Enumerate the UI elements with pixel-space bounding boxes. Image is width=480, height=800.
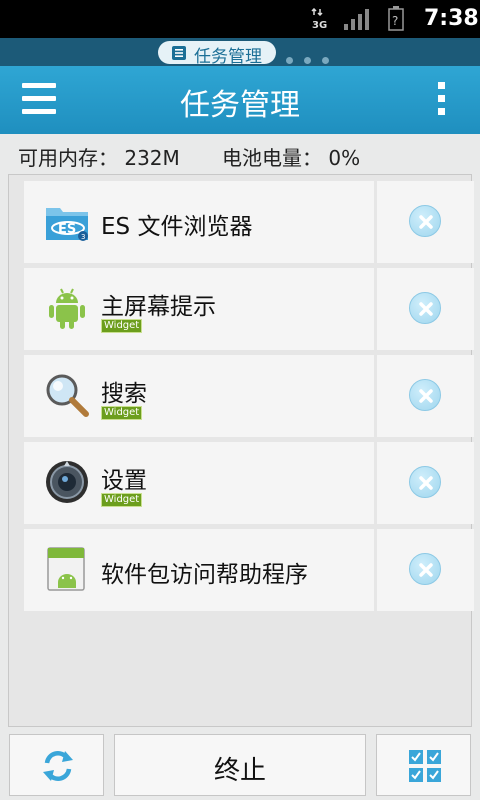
page-dot[interactable]	[286, 57, 293, 64]
close-task-button[interactable]	[377, 268, 474, 350]
select-all-checkbox-icon	[409, 750, 441, 782]
close-task-button[interactable]	[377, 355, 474, 437]
widget-badge: Widget	[101, 319, 143, 333]
battery-info: 电池电量： 0%	[222, 142, 360, 171]
list-item: ES 3 ES 文件浏览器	[24, 181, 474, 263]
close-icon[interactable]	[409, 205, 441, 237]
battery-value: 0%	[328, 146, 361, 170]
system-info: 可用内存： 232M 电池电量： 0%	[0, 134, 480, 174]
task-item-search[interactable]: 搜索 Widget	[24, 355, 374, 437]
close-icon[interactable]	[409, 292, 441, 324]
page-dot[interactable]	[322, 57, 329, 64]
widget-badge: Widget	[101, 493, 143, 507]
bottom-bar: 终止	[0, 734, 480, 800]
page-pill-label: 任务管理	[194, 47, 262, 67]
select-all-button[interactable]	[376, 734, 471, 796]
svg-text:ES: ES	[58, 222, 76, 237]
current-page-pill[interactable]: 任务管理	[158, 41, 276, 67]
es-file-explorer-icon: ES 3	[46, 208, 88, 241]
page-title: 任务管理	[180, 88, 300, 123]
svg-text:3G: 3G	[312, 20, 327, 30]
terminate-button[interactable]: 终止	[114, 734, 366, 796]
task-name: 搜索	[101, 381, 147, 407]
settings-dial-icon	[46, 461, 88, 503]
widget-badge: Widget	[101, 406, 143, 420]
search-magnifier-icon	[46, 374, 89, 417]
android-robot-icon	[49, 288, 85, 329]
network-3g-icon: 3G	[311, 8, 327, 30]
task-item-package-access-helper[interactable]: 软件包访问帮助程序	[24, 529, 374, 611]
clock: 7:38	[424, 6, 479, 31]
refresh-icon	[43, 750, 73, 782]
close-icon[interactable]	[409, 553, 441, 585]
close-task-button[interactable]	[377, 442, 474, 524]
memory-info: 可用内存： 232M	[18, 142, 180, 171]
battery-unknown-icon: ?	[388, 6, 404, 31]
svg-text:3: 3	[81, 233, 85, 241]
package-android-icon	[47, 547, 85, 591]
page-dot[interactable]	[304, 57, 311, 64]
task-name: 软件包访问帮助程序	[101, 562, 308, 588]
list-item: 软件包访问帮助程序	[24, 529, 474, 611]
task-name: 设置	[101, 468, 147, 494]
status-bar: 3G ? 7:38	[0, 0, 480, 38]
list-icon	[172, 46, 186, 60]
list-item: 主屏幕提示 Widget	[24, 268, 474, 350]
task-item-settings[interactable]: 设置 Widget	[24, 442, 374, 524]
close-icon[interactable]	[409, 466, 441, 498]
task-item-es-file-explorer[interactable]: ES 3 ES 文件浏览器	[24, 181, 374, 263]
task-name: ES 文件浏览器	[101, 214, 253, 240]
memory-value: 232M	[124, 146, 180, 170]
app-header: 任务管理	[0, 66, 480, 134]
overflow-menu-icon[interactable]	[430, 82, 452, 118]
list-item: 设置 Widget	[24, 442, 474, 524]
task-name: 主屏幕提示	[101, 294, 216, 320]
close-task-button[interactable]	[377, 181, 474, 263]
close-icon[interactable]	[409, 379, 441, 411]
task-item-home-screen-tips[interactable]: 主屏幕提示 Widget	[24, 268, 374, 350]
memory-label: 可用内存：	[18, 146, 118, 170]
task-list: ES 3 ES 文件浏览器 主屏幕提示 Widget 搜索 Widget 设置 …	[8, 174, 474, 727]
svg-text:?: ?	[392, 14, 398, 28]
terminate-label: 终止	[213, 756, 266, 786]
signal-strength-icon	[344, 9, 369, 30]
list-item: 搜索 Widget	[24, 355, 474, 437]
page-indicator-strip: 任务管理	[0, 38, 480, 67]
battery-label: 电池电量：	[222, 146, 322, 170]
refresh-button[interactable]	[9, 734, 104, 796]
close-task-button[interactable]	[377, 529, 474, 611]
